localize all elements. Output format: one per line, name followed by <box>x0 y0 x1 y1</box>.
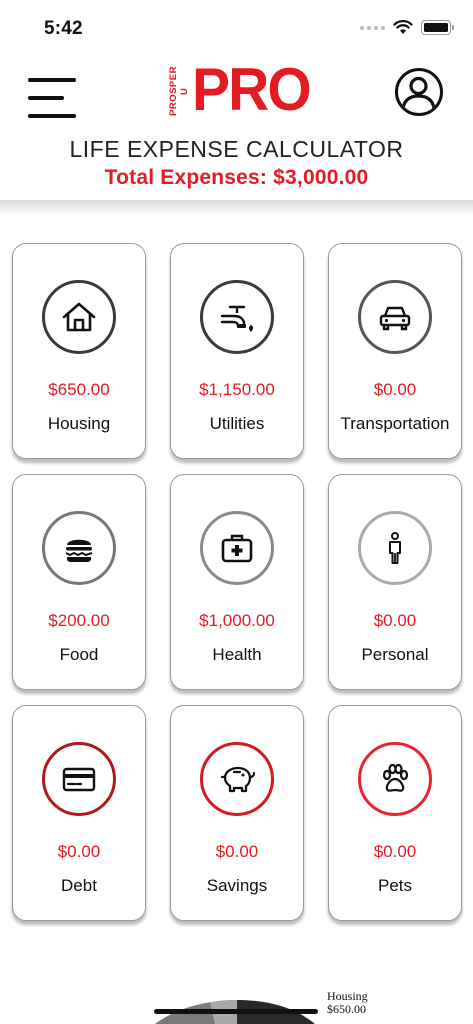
status-time: 5:42 <box>44 18 83 39</box>
category-card-debt[interactable]: $0.00 Debt <box>12 705 146 921</box>
profile-button[interactable] <box>395 68 443 116</box>
credit-card-icon <box>42 742 116 816</box>
category-amount: $0.00 <box>57 842 101 861</box>
category-label: Personal <box>361 645 429 664</box>
hamburger-menu-button[interactable] <box>28 78 80 118</box>
app-header: PROSPER U PRO <box>0 56 473 126</box>
title-block: LIFE EXPENSE CALCULATOR Total Expenses: … <box>0 136 473 190</box>
category-label: Debt <box>61 876 97 895</box>
category-amount: $1,000.00 <box>199 611 275 630</box>
battery-icon <box>421 20 454 35</box>
status-icons <box>360 20 454 35</box>
tooltip-value: $650.00 <box>327 1002 366 1016</box>
category-card-food[interactable]: $200.00 Food <box>12 474 146 690</box>
category-card-personal[interactable]: $0.00 Personal <box>328 474 462 690</box>
piggy-bank-icon <box>200 742 274 816</box>
category-card-health[interactable]: $1,000.00 Health <box>170 474 304 690</box>
category-label: Utilities <box>209 414 265 433</box>
person-icon <box>358 511 432 585</box>
cellular-signal-icon <box>360 25 385 30</box>
house-icon <box>42 280 116 354</box>
logo-subtitle: PROSPER U <box>168 66 190 116</box>
page-title: LIFE EXPENSE CALCULATOR <box>69 136 404 162</box>
category-amount: $0.00 <box>215 842 259 861</box>
category-label: Savings <box>206 876 268 895</box>
chart-tooltip: Housing $650.00 <box>327 990 368 1016</box>
home-indicator[interactable] <box>154 1009 318 1014</box>
category-card-transportation[interactable]: $0.00 Transportation <box>328 243 462 459</box>
category-amount: $650.00 <box>48 380 110 399</box>
category-amount: $0.00 <box>373 842 417 861</box>
header-divider <box>0 200 473 216</box>
category-label: Pets <box>377 876 413 895</box>
category-card-housing[interactable]: $650.00 Housing <box>12 243 146 459</box>
paw-icon <box>358 742 432 816</box>
logo-wordmark: PRO <box>192 56 312 123</box>
total-expenses: Total Expenses: $3,000.00 <box>104 166 369 189</box>
car-icon <box>358 280 432 354</box>
prosper-u-pro-logo: PROSPER U PRO <box>168 56 316 123</box>
category-amount: $200.00 <box>48 611 110 630</box>
category-card-savings[interactable]: $0.00 Savings <box>170 705 304 921</box>
category-card-pets[interactable]: $0.00 Pets <box>328 705 462 921</box>
category-label: Food <box>59 645 99 664</box>
wifi-icon <box>393 20 413 34</box>
category-label: Transportation <box>340 414 450 433</box>
category-amount: $0.00 <box>373 380 417 399</box>
category-amount: $0.00 <box>373 611 417 630</box>
status-bar: 5:42 <box>0 0 473 56</box>
category-label: Health <box>212 645 262 664</box>
category-label: Housing <box>47 414 111 433</box>
category-amount: $1,150.00 <box>199 380 275 399</box>
medical-kit-icon <box>200 511 274 585</box>
burger-icon <box>42 511 116 585</box>
category-card-utilities[interactable]: $1,150.00 Utilities <box>170 243 304 459</box>
faucet-icon <box>200 280 274 354</box>
user-avatar-icon <box>401 76 436 109</box>
